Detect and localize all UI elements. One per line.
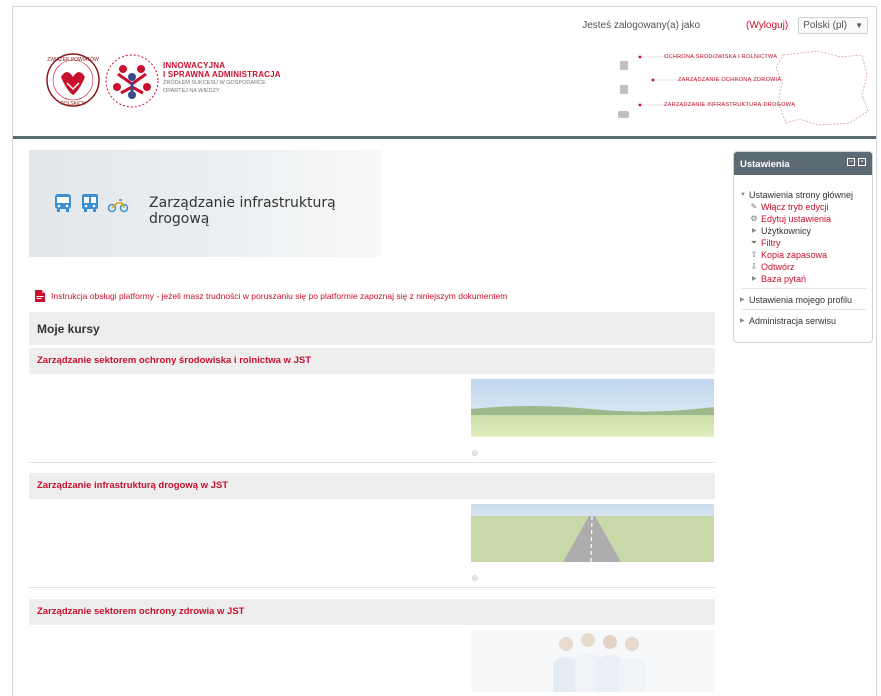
settings-header: Ustawienia − ▪ xyxy=(734,152,872,175)
chevron-down-icon: ▼ xyxy=(855,21,863,30)
settings-node-front-page[interactable]: ▼ Ustawienia strony głównej xyxy=(740,189,872,200)
course-image-meadow[interactable] xyxy=(471,379,714,437)
settings-node-label: Ustawienia strony głównej xyxy=(749,189,854,200)
chevron-right-icon: ▶ xyxy=(752,276,757,282)
restore-icon: ⇩ xyxy=(750,262,758,271)
map-item-roads: ZARZĄDZANIE INFRASTRUKTURĄ DROGOWĄ xyxy=(664,102,796,108)
map-item-health: ZARZĄDZANIE OCHRONĄ ZDROWIA xyxy=(678,77,782,83)
settings-item-backup[interactable]: ⇧ Kopia zapasowa xyxy=(740,249,872,260)
header-divider xyxy=(13,136,876,139)
course-info-icon[interactable]: ⊕ xyxy=(471,448,479,459)
page: ZWIĄZEK POWIATÓW POLSKICH INNOWACYJNA I … xyxy=(12,6,877,696)
course-image-road[interactable] xyxy=(471,504,714,562)
header: ZWIĄZEK POWIATÓW POLSKICH INNOWACYJNA I … xyxy=(13,7,876,135)
my-courses-header: Moje kursy xyxy=(29,312,715,345)
pencil-icon: ✎ xyxy=(750,202,758,211)
isa-subtitle-2: OPARTEJ NA WIEDZY xyxy=(163,88,220,94)
course-link[interactable]: Zarządzanie infrastrukturą drogową w JST xyxy=(37,480,228,491)
settings-item-filters[interactable]: ⏷ Filtry xyxy=(740,237,872,248)
pdf-icon xyxy=(35,290,45,302)
zpp-logo[interactable]: ZWIĄZEK POWIATÓW POLSKICH xyxy=(43,47,103,116)
filter-icon: ⏷ xyxy=(750,237,758,247)
course-info-icon[interactable]: ⊕ xyxy=(471,573,479,584)
settings-item-users[interactable]: ▶ Użytkownicy xyxy=(740,225,872,236)
settings-item-edit-settings[interactable]: ⚙ Edytuj ustawienia xyxy=(740,213,872,224)
settings-divider xyxy=(742,288,866,289)
upload-icon: ⇧ xyxy=(750,250,758,259)
course-image-doctors[interactable] xyxy=(471,630,714,692)
dock-icon[interactable]: ▪ xyxy=(858,158,866,166)
chevron-right-icon: ▶ xyxy=(752,228,757,234)
logos: ZWIĄZEK POWIATÓW POLSKICH INNOWACYJNA I … xyxy=(43,47,333,117)
poland-map-graphic: OCHRONA ŚRODOWISKA I ROLNICTWA ZARZĄDZAN… xyxy=(618,47,870,127)
settings-node-site-admin[interactable]: ▶ Administracja serwisu xyxy=(740,315,872,326)
collapse-icon[interactable]: − xyxy=(847,158,855,166)
course-link[interactable]: Zarządzanie sektorem ochrony środowiska … xyxy=(37,355,311,366)
login-info: Jesteś zalogowany(a) jako (Wyloguj) Pols… xyxy=(582,17,868,34)
isa-line-2: I SPRAWNA ADMINISTRACJA xyxy=(163,70,281,79)
chevron-down-icon: ▼ xyxy=(740,191,746,198)
language-select[interactable]: Polski (pl) ▼ xyxy=(798,17,868,34)
settings-item-question-bank[interactable]: ▶ Baza pytań xyxy=(740,273,872,284)
course-banner: Zarządzanie infrastrukturą drogową xyxy=(29,150,381,257)
logged-in-label: Jesteś zalogowany(a) jako xyxy=(582,20,701,31)
chevron-right-icon: ▶ xyxy=(740,297,745,303)
settings-item-edit-mode[interactable]: ✎ Włącz tryb edycji xyxy=(740,201,872,212)
isa-emblem xyxy=(103,49,161,116)
settings-node-my-profile[interactable]: ▶ Ustawienia mojego profilu xyxy=(740,294,872,305)
bus-icon xyxy=(55,194,71,212)
settings-divider xyxy=(742,309,866,310)
isa-line-1: INNOWACYJNA xyxy=(163,61,226,70)
course-link[interactable]: Zarządzanie sektorem ochrony zdrowia w J… xyxy=(37,606,244,617)
logout-link[interactable]: (Wyloguj) xyxy=(746,20,788,31)
isa-subtitle-1: ŹRÓDŁEM SUKCESU W GOSPODARCE xyxy=(163,80,266,86)
my-courses-title: Moje kursy xyxy=(37,322,100,336)
gear-icon: ⚙ xyxy=(750,214,758,223)
transport-icons xyxy=(53,193,129,213)
language-value: Polski (pl) xyxy=(803,20,848,31)
scooter-icon xyxy=(107,199,129,213)
banner-title: Zarządzanie infrastrukturą drogową xyxy=(149,195,336,227)
course-header: Zarządzanie sektorem ochrony zdrowia w J… xyxy=(29,599,715,625)
svg-text:POLSKICH: POLSKICH xyxy=(60,101,86,107)
chevron-right-icon: ▶ xyxy=(740,318,745,324)
course-header: Zarządzanie sektorem ochrony środowiska … xyxy=(29,348,715,374)
course-header: Zarządzanie infrastrukturą drogową w JST xyxy=(29,473,715,499)
isa-logo-text: INNOWACYJNA I SPRAWNA ADMINISTRACJA ŹRÓD… xyxy=(163,61,333,95)
svg-text:ZWIĄZEK POWIATÓW: ZWIĄZEK POWIATÓW xyxy=(47,56,99,63)
course-separator xyxy=(29,462,715,463)
instruction-link[interactable]: Instrukcja obsługi platformy - jeżeli ma… xyxy=(35,290,507,302)
settings-title: Ustawienia xyxy=(740,159,790,170)
settings-block: Ustawienia − ▪ ▼ Ustawienia strony główn… xyxy=(733,151,873,343)
instruction-link-text[interactable]: Instrukcja obsługi platformy - jeżeli ma… xyxy=(51,291,507,301)
tram-icon xyxy=(82,194,98,212)
course-separator xyxy=(29,587,715,588)
map-item-environment: OCHRONA ŚRODOWISKA I ROLNICTWA xyxy=(664,54,778,60)
settings-item-restore[interactable]: ⇩ Odtwórz xyxy=(740,261,872,272)
